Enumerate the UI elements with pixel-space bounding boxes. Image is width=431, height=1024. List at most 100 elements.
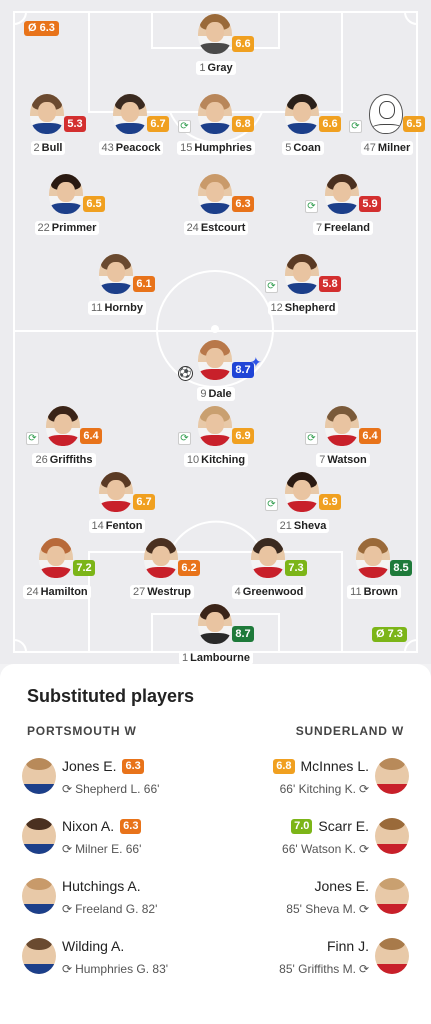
player-card[interactable]: 5.3 2 Bull <box>8 94 88 158</box>
player-rating-badge: 6.9 <box>319 494 341 510</box>
player-number: 24 <box>186 222 199 234</box>
player-photo <box>113 94 147 134</box>
player-rating-badge: 6.9 <box>232 428 254 444</box>
home-team-name: PORTSMOUTH W <box>27 724 137 738</box>
player-photo <box>22 938 56 974</box>
player-card[interactable]: 5.9 ⟳ 7 Freeland <box>303 174 383 238</box>
player-name: Sheva <box>293 520 327 532</box>
player-rating-badge: 6.6 <box>319 116 341 132</box>
substitution-icon: ⟳ <box>358 902 369 916</box>
player-card[interactable]: 6.5 22 Primmer <box>27 174 107 238</box>
pitch: Ø 6.3 Ø 7.3 6.6 1 Gray 5.3 2 Bull 6.7 43 Peacock… <box>0 0 431 664</box>
player-photo <box>325 174 359 214</box>
player-label: 47 Milner <box>337 138 431 156</box>
player-card[interactable]: 8.7 ⚽ ✦ 9 Dale <box>176 340 262 404</box>
away-team-name: SUNDERLAND W <box>295 724 404 738</box>
sub-player-rating-badge: 7.0 <box>291 819 313 834</box>
player-name: Hornby <box>104 302 143 314</box>
player-card[interactable]: 6.6 1 Gray <box>176 14 256 78</box>
substitution-icon: ⟳ <box>305 432 318 445</box>
player-photo <box>285 472 319 512</box>
player-card[interactable]: 6.7 14 Fenton <box>77 472 157 536</box>
player-rating-badge: 7.3 <box>285 560 307 576</box>
player-card[interactable]: 7.2 24 Hamilton <box>17 538 97 602</box>
player-photo <box>22 758 56 794</box>
player-photo <box>251 538 285 578</box>
player-number: 21 <box>279 520 292 532</box>
player-card[interactable]: 6.7 43 Peacock <box>91 94 171 158</box>
player-number: 22 <box>37 222 50 234</box>
substitution-icon: ⟳ <box>265 498 278 511</box>
replaced-player-text: 66' Watson K. <box>282 842 356 856</box>
player-card[interactable]: 8.5 11 Brown <box>334 538 414 602</box>
player-name: Humphries <box>194 142 252 154</box>
substitution-row-away[interactable]: Finn J. 85' Griffiths M. ⟳ <box>196 932 411 982</box>
substitution-row-away[interactable]: 7.0 Scarr E. 66' Watson K. ⟳ <box>196 812 411 862</box>
player-rating-badge: 6.4 <box>359 428 381 444</box>
sub-player-rating-badge: 6.3 <box>120 819 142 834</box>
player-rating-badge: 6.5 <box>403 116 425 132</box>
player-label: 21 Sheva <box>253 516 353 534</box>
player-number: 1 <box>181 652 189 664</box>
player-card[interactable]: 6.9 ⟳ 21 Sheva <box>263 472 343 536</box>
player-photo <box>356 538 390 578</box>
player-card[interactable]: 6.4 ⟳ 7 Watson <box>303 406 383 470</box>
player-photo <box>30 94 64 134</box>
player-card[interactable]: 6.4 ⟳ 26 Griffiths <box>24 406 104 470</box>
player-number: 24 <box>26 586 39 598</box>
sub-player-name: Finn J. <box>327 938 369 954</box>
replaced-player-text: Milner E. 66' <box>75 842 142 856</box>
substitution-icon: ⟳ <box>358 842 369 856</box>
substitution-info: ⟳ Shepherd L. 66' <box>62 782 159 796</box>
player-name: Watson <box>327 454 367 466</box>
player-card[interactable]: 6.1 11 Hornby <box>77 254 157 318</box>
player-card[interactable]: 6.5 ⟳ 47 Milner <box>347 94 427 158</box>
player-number: 9 <box>200 388 207 400</box>
player-photo <box>99 254 133 294</box>
average-value: 6.3 <box>39 22 55 34</box>
player-label: 11 Hornby <box>67 298 167 316</box>
player-label: 1 Lambourne <box>166 648 266 664</box>
player-photo <box>375 758 409 794</box>
player-label: 10 Kitching <box>166 450 266 468</box>
substitution-row-away[interactable]: Jones E. 85' Sheva M. ⟳ <box>196 872 411 922</box>
player-rating-badge: 6.7 <box>133 494 155 510</box>
player-photo <box>285 254 319 294</box>
average-symbol: Ø <box>28 22 37 34</box>
player-name: Lambourne <box>190 652 251 664</box>
player-rating-badge: 6.3 <box>232 196 254 212</box>
player-label: 22 Primmer <box>17 218 117 236</box>
player-number: 5 <box>285 142 292 154</box>
substitution-row-away[interactable]: 6.8 McInnes L. 66' Kitching K. ⟳ <box>196 752 411 802</box>
player-card[interactable]: 5.8 ⟳ 12 Shepherd <box>263 254 343 318</box>
sub-player-name-text: Nixon A. <box>62 818 115 834</box>
replaced-player-text: Humphries G. 83' <box>75 962 169 976</box>
player-photo <box>375 818 409 854</box>
player-name: Estcourt <box>200 222 246 234</box>
player-card[interactable]: 6.3 24 Estcourt <box>176 174 256 238</box>
player-name: Fenton <box>105 520 143 532</box>
player-card[interactable]: 6.9 ⟳ 10 Kitching <box>176 406 256 470</box>
sub-player-rating-badge: 6.3 <box>122 759 144 774</box>
substitution-icon: ⟳ <box>26 432 39 445</box>
player-card[interactable]: 6.8 ⟳ 15 Humphries <box>176 94 256 158</box>
player-photo <box>198 94 232 134</box>
team-average-rating-home: Ø 6.3 <box>24 21 59 36</box>
player-card[interactable]: 7.3 4 Greenwood <box>229 538 309 602</box>
substitution-icon: ⟳ <box>265 280 278 293</box>
player-photo <box>325 406 359 446</box>
sub-player-rating-badge: 6.8 <box>273 759 295 774</box>
sub-player-name-text: Hutchings A. <box>62 878 141 894</box>
player-card[interactable]: 8.7 1 Lambourne <box>176 604 256 664</box>
section-title: Substituted players <box>27 686 195 706</box>
player-rating-badge: 8.5 <box>390 560 412 576</box>
player-label: 9 Dale <box>166 384 266 402</box>
player-photo <box>46 406 80 446</box>
sub-player-name: Nixon A. 6.3 <box>62 818 142 834</box>
sub-player-name-text: Jones E. <box>62 758 117 774</box>
player-name: Coan <box>293 142 321 154</box>
sub-player-name-text: Finn J. <box>326 938 369 954</box>
player-card[interactable]: 6.2 27 Westrup <box>122 538 202 602</box>
player-card[interactable]: 6.6 5 Coan <box>263 94 343 158</box>
player-name: Hamilton <box>40 586 88 598</box>
